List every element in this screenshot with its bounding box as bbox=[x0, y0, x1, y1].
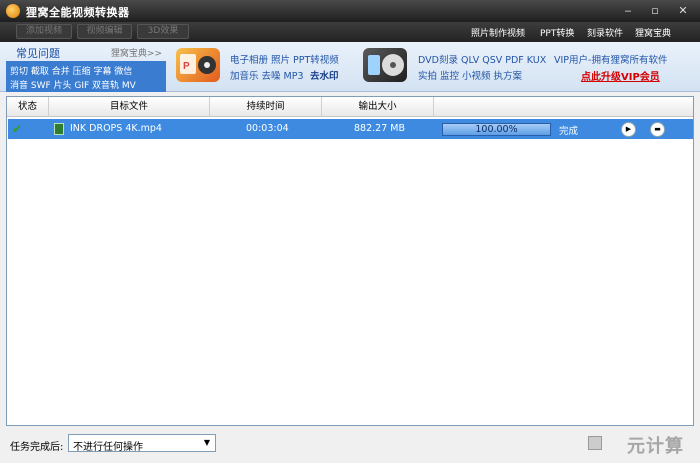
task-list-header: 状态 目标文件 持续时间 输出大小 bbox=[7, 97, 693, 117]
faq-more-link[interactable]: 狸窝宝典>> bbox=[111, 46, 162, 59]
promo-music-text[interactable]: 加音乐 去噪 MP3 bbox=[230, 68, 304, 82]
play-icon[interactable]: ▶ bbox=[621, 122, 636, 137]
promo-dvd-text[interactable]: DVD刻录 QLV QSV PDF KUX bbox=[418, 52, 546, 66]
task-list[interactable]: 状态 目标文件 持续时间 输出大小 ✔ INK DROPS 4K.mp4 00:… bbox=[6, 96, 694, 426]
faq-topic-line[interactable]: 剪切 截取 合并 压缩 字幕 微信 bbox=[10, 64, 132, 77]
video-file-icon bbox=[54, 123, 64, 135]
app-logo-icon bbox=[6, 4, 20, 18]
row-progress-text: 100.00% bbox=[475, 124, 518, 135]
faq-title[interactable]: 常见问题 bbox=[16, 45, 60, 61]
faq-panel: 常见问题 狸窝宝典>> 剪切 截取 合并 压缩 字幕 微信 消音 SWF 片头 … bbox=[6, 44, 166, 92]
stop-button[interactable] bbox=[588, 436, 602, 450]
minimize-button[interactable]: ‒ bbox=[616, 3, 640, 18]
promo-record-text[interactable]: 实拍 监控 小视频 执方案 bbox=[418, 68, 522, 82]
maximize-button[interactable]: ▫ bbox=[643, 3, 667, 18]
promo-album-text[interactable]: 电子相册 照片 PPT转视频 bbox=[230, 52, 339, 66]
after-task-select[interactable]: 不进行任何操作 ▼ bbox=[68, 434, 216, 453]
faq-topic-line[interactable]: 消音 SWF 片头 GIF 双音轨 MV bbox=[10, 78, 136, 91]
checkmark-icon[interactable]: ✔ bbox=[12, 122, 22, 136]
add-video-button[interactable]: 添加视频 bbox=[16, 24, 72, 39]
column-duration[interactable]: 持续时间 bbox=[210, 97, 322, 117]
ppt-video-icon[interactable]: P bbox=[176, 48, 220, 82]
3d-effect-button[interactable]: 3D效果 bbox=[137, 24, 189, 39]
chevron-down-icon[interactable]: ▼ bbox=[199, 435, 215, 451]
promo-banner: 常见问题 狸窝宝典>> 剪切 截取 合并 压缩 字幕 微信 消音 SWF 片头 … bbox=[0, 42, 700, 92]
video-edit-button[interactable]: 视频编辑 bbox=[77, 24, 132, 39]
row-progress-bar: 100.00% bbox=[442, 123, 551, 136]
faq-topics: 剪切 截取 合并 压缩 字幕 微信 消音 SWF 片头 GIF 双音轨 MV bbox=[6, 61, 166, 92]
open-folder-icon[interactable]: ▬ bbox=[650, 122, 665, 137]
row-file-name: INK DROPS 4K.mp4 bbox=[70, 123, 162, 134]
burn-software-link[interactable]: 刻录软件 bbox=[587, 26, 623, 39]
promo-watermark-text[interactable]: 去水印 bbox=[310, 68, 339, 82]
window-title: 狸窝全能视频转换器 bbox=[26, 6, 130, 19]
watermark: 元计算 bbox=[627, 436, 684, 457]
row-status: 完成 bbox=[559, 126, 579, 137]
svg-text:P: P bbox=[183, 61, 190, 72]
after-task-value: 不进行任何操作 bbox=[73, 442, 143, 453]
column-progress bbox=[434, 97, 693, 117]
dvd-burn-icon[interactable] bbox=[363, 48, 407, 82]
column-target-file[interactable]: 目标文件 bbox=[49, 97, 210, 117]
toolbar: 添加视频 视频编辑 3D效果 照片制作视频 PPT转换 刻录软件 狸窝宝典 bbox=[0, 22, 700, 42]
ppt-convert-link[interactable]: PPT转换 bbox=[540, 26, 574, 39]
photo-video-link[interactable]: 照片制作视频 bbox=[471, 26, 525, 39]
row-duration: 00:03:04 bbox=[246, 123, 289, 134]
title-bar: 狸窝全能视频转换器 ‒ ▫ ✕ bbox=[0, 0, 700, 22]
close-button[interactable]: ✕ bbox=[670, 3, 696, 18]
vip-info-text: VIP用户-拥有狸窝所有软件 bbox=[554, 55, 668, 66]
table-row[interactable]: ✔ INK DROPS 4K.mp4 00:03:04 882.27 MB 10… bbox=[8, 119, 693, 139]
upgrade-vip-link[interactable]: 点此升级VIP会员 bbox=[581, 68, 660, 83]
window-controls: ‒ ▫ ✕ bbox=[616, 3, 696, 18]
footer: 任务完成后: 不进行任何操作 ▼ 元计算 bbox=[0, 430, 700, 463]
column-status[interactable]: 状态 bbox=[7, 97, 49, 117]
after-task-label: 任务完成后: bbox=[10, 442, 64, 453]
liwo-guide-link[interactable]: 狸窝宝典 bbox=[635, 26, 671, 39]
row-output-size: 882.27 MB bbox=[354, 123, 405, 134]
column-output-size[interactable]: 输出大小 bbox=[322, 97, 434, 117]
